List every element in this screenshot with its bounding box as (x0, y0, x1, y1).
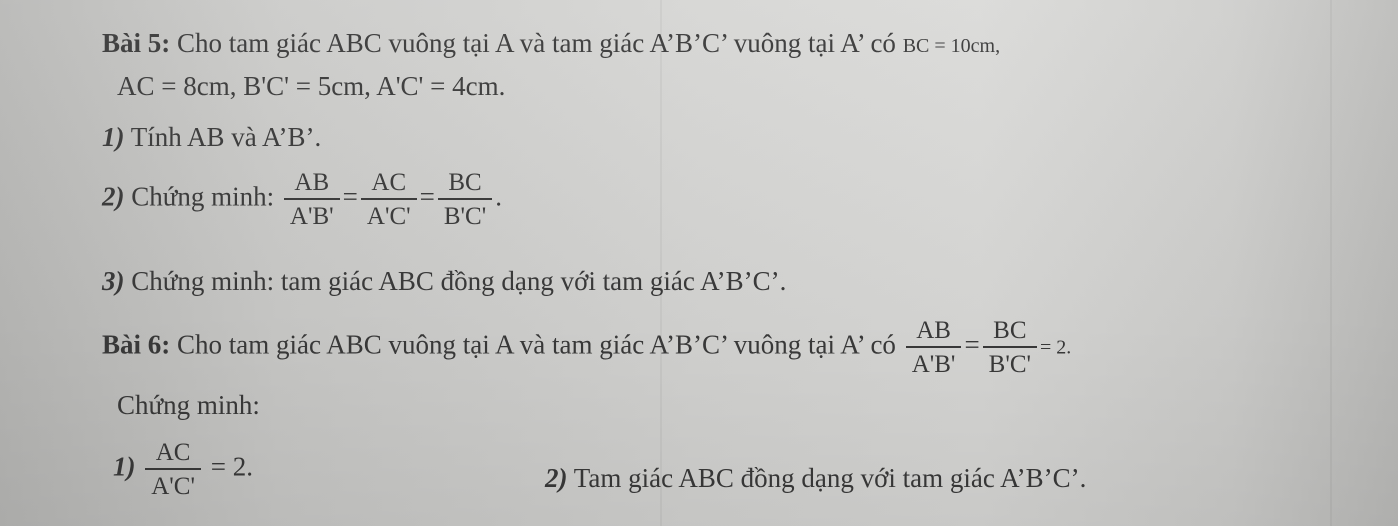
bai6-prove-label: Chứng minh: (117, 390, 260, 420)
fraction-ab: AB A'B' (283, 170, 340, 230)
bai5-label: Bài 5: (102, 28, 171, 58)
denominator: A'B' (289, 203, 334, 230)
question-number: 2) (102, 181, 125, 212)
fraction-ac: AC A'C' (360, 170, 417, 230)
bai5-question-2: 2) Chứng minh: AB A'B' = AC A'C' = BC B'C'. (102, 170, 502, 229)
bai6-label: Bài 6: (102, 329, 171, 360)
bai6-question-1: 1) AC A'C' = 2. (113, 440, 253, 499)
fraction-ab: AB A'B' (905, 318, 962, 378)
numerator: BC (437, 170, 493, 200)
question-number: 2) (545, 463, 568, 493)
ratio-value: = 2. (1040, 336, 1072, 359)
question-text: Tam giác ABC đồng dạng với tam giác A’B’… (567, 463, 1087, 493)
question-number: 1) (102, 122, 125, 152)
denominator: B'C' (443, 203, 487, 230)
denominator: A'C' (151, 473, 195, 500)
bai5-question-3: 3) Chứng minh: tam giác ABC đồng dạng vớ… (102, 268, 786, 295)
question-number: 3) (102, 266, 125, 296)
bai5-statement: Bài 5: Cho tam giác ABC vuông tại A và t… (102, 30, 1000, 57)
equals-sign: = (964, 329, 980, 360)
bai5-question-1: 1) Tính AB và A’B’. (102, 124, 321, 151)
bai5-bc-given: BC = 10cm, (902, 35, 1001, 57)
numerator: AB (283, 170, 340, 200)
bai6-statement: Bài 6: Cho tam giác ABC vuông tại A và t… (102, 318, 1071, 377)
paper-fold (660, 0, 662, 526)
question-text: Chứng minh: (124, 181, 281, 212)
ratio-value: = 2. (204, 451, 253, 482)
paper-fold (1330, 0, 1332, 526)
question-text: Tính AB và A’B’. (124, 122, 322, 152)
denominator: A'B' (911, 351, 956, 378)
fraction-bc: BC B'C' (437, 170, 493, 230)
fraction-bc: BC B'C' (982, 318, 1038, 378)
bai6-question-2: 2) Tam giác ABC đồng dạng với tam giác A… (545, 465, 1086, 492)
bai5-givens: AC = 8cm, B'C' = 5cm, A'C' = 4cm. (117, 71, 506, 101)
numerator: AB (905, 318, 962, 348)
numerator: AC (360, 170, 417, 200)
denominator: B'C' (988, 351, 1032, 378)
question-number: 1) (113, 451, 136, 482)
bai6-intro: Cho tam giác ABC vuông tại A và tam giác… (170, 329, 903, 360)
fraction-ac: AC A'C' (145, 440, 201, 499)
denominator: A'C' (366, 203, 411, 230)
equals-sign: = (419, 181, 435, 212)
question-text: Chứng minh: tam giác ABC đồng dạng với t… (124, 266, 787, 296)
period: . (495, 181, 502, 212)
equals-sign: = (342, 181, 358, 212)
numerator: BC (982, 318, 1038, 348)
bai5-intro: Cho tam giác ABC vuông tại A và tam giác… (170, 28, 903, 58)
numerator: AC (145, 440, 201, 470)
